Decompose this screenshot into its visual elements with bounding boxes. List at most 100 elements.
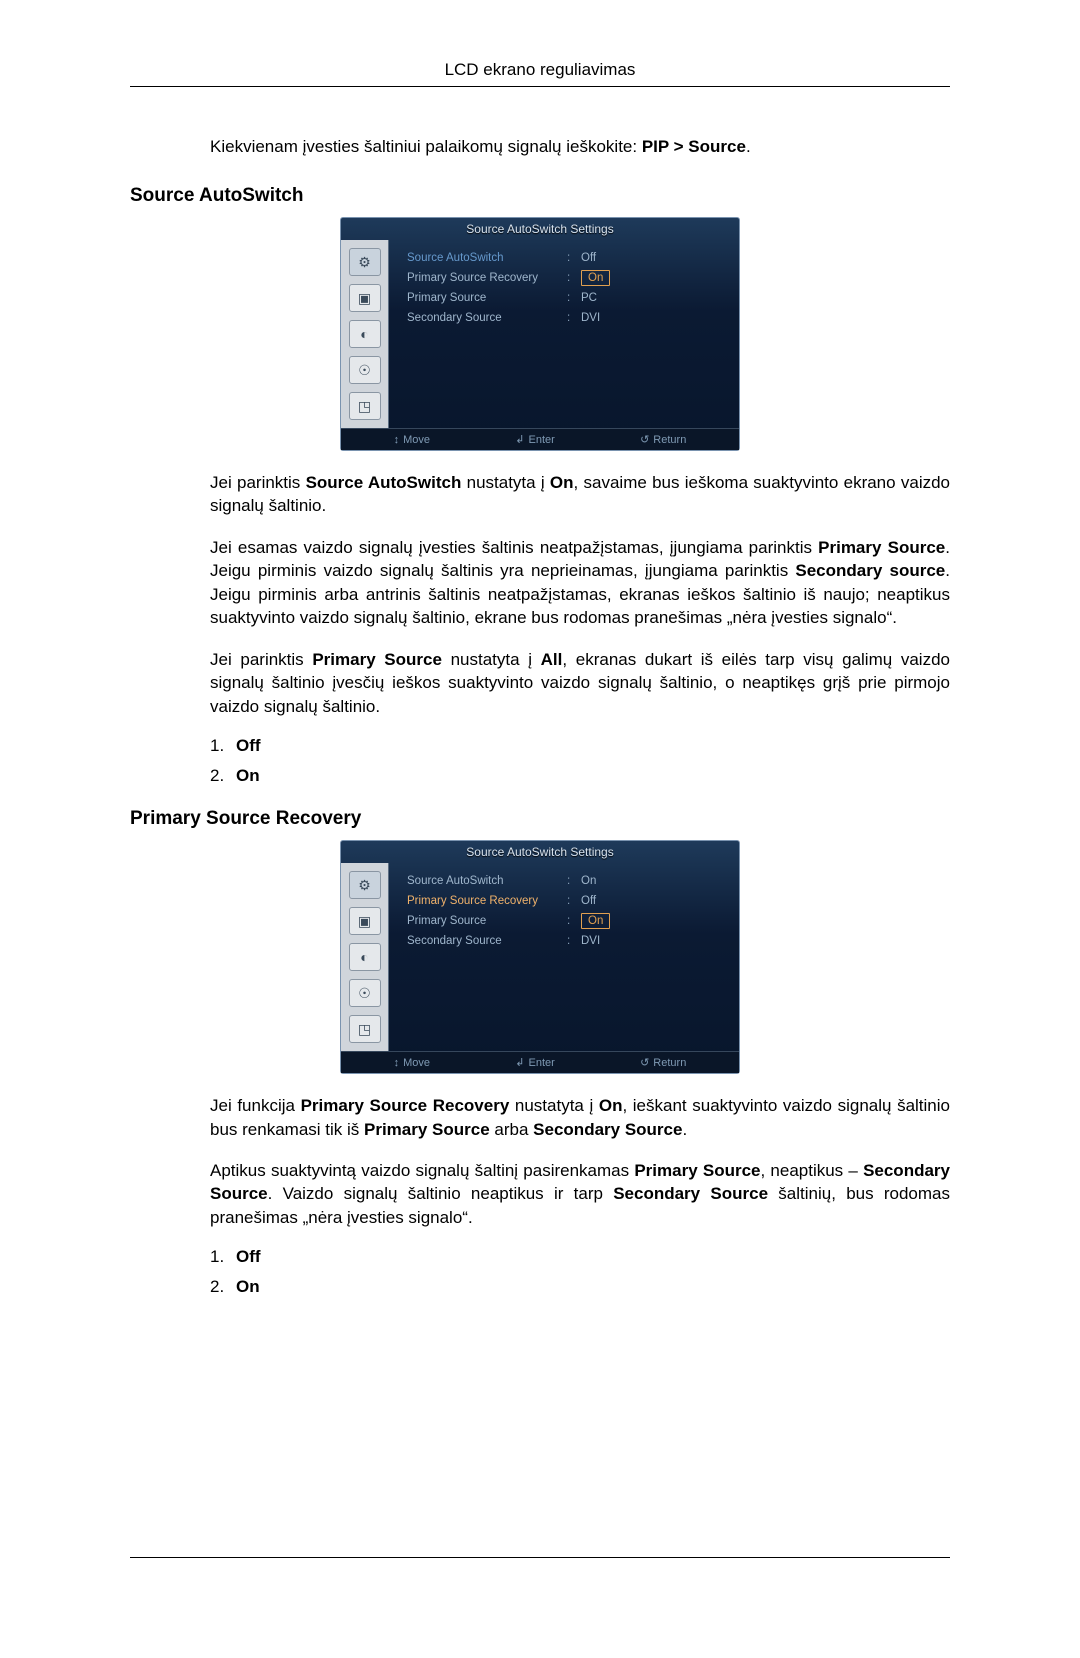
section1-para2: Jei esamas vaizdo signalų įvesties šalti… bbox=[210, 536, 950, 630]
bold-term: Primary Source Recovery bbox=[301, 1096, 510, 1115]
osd-row: Primary Source : On bbox=[407, 911, 725, 931]
osd-body: ⚙ ▣ ◐ ☉ ◳ Source AutoSwitch : On Primary… bbox=[341, 841, 739, 1051]
osd-sidebar: ⚙ ▣ ◐ ☉ ◳ bbox=[341, 863, 389, 1051]
enter-icon: ↲ bbox=[515, 1056, 524, 1069]
osd-title: Source AutoSwitch Settings bbox=[466, 845, 613, 859]
osd-row-label: Primary Source Recovery bbox=[407, 272, 567, 284]
osd-footer-return: ↺ Return bbox=[640, 1056, 686, 1069]
bold-term: Secondary Source bbox=[613, 1184, 768, 1203]
osd-title: Source AutoSwitch Settings bbox=[466, 222, 613, 236]
text: , neaptikus – bbox=[760, 1161, 863, 1180]
osd-row: Source AutoSwitch : Off bbox=[407, 248, 725, 268]
osd-row: Primary Source Recovery : Off bbox=[407, 891, 725, 911]
intro-text: Kiekvienam įvesties šaltiniui palaikomų … bbox=[210, 137, 950, 157]
osd-sideicon-2: ▣ bbox=[349, 907, 381, 935]
osd-row-value: PC bbox=[581, 292, 597, 304]
osd-sideicon-5: ◳ bbox=[349, 1015, 381, 1043]
return-label: Return bbox=[653, 1057, 686, 1069]
section1-options: 1.Off 2.On bbox=[210, 736, 950, 786]
osd-row-label: Primary Source bbox=[407, 292, 567, 304]
return-icon: ↺ bbox=[640, 1056, 649, 1069]
osd-sideicon-3: ◐ bbox=[349, 320, 381, 348]
option-value: On bbox=[236, 1277, 260, 1296]
bold-term: Secondary source bbox=[795, 561, 945, 580]
osd-row-value: Off bbox=[581, 895, 596, 907]
move-label: Move bbox=[403, 1057, 430, 1069]
osd-sideicon-5: ◳ bbox=[349, 392, 381, 420]
osd-row: Source AutoSwitch : On bbox=[407, 871, 725, 891]
option-item: 2.On bbox=[210, 1277, 950, 1297]
section1-para1: Jei parinktis Source AutoSwitch nustatyt… bbox=[210, 471, 950, 518]
section2-options: 1.Off 2.On bbox=[210, 1247, 950, 1297]
bold-term: On bbox=[550, 473, 574, 492]
osd-row: Secondary Source : DVI bbox=[407, 308, 725, 328]
osd-row-value: DVI bbox=[581, 935, 600, 947]
move-icon: ↕ bbox=[394, 434, 400, 446]
colon: : bbox=[567, 875, 581, 887]
osd-panel: Source AutoSwitch Settings ⚙ ▣ ◐ ☉ ◳ Sou… bbox=[340, 217, 740, 451]
section2-para2: Aptikus suaktyvintą vaizdo signalų šalti… bbox=[210, 1159, 950, 1229]
osd-sideicon-4: ☉ bbox=[349, 979, 381, 1007]
osd-row: Primary Source : PC bbox=[407, 288, 725, 308]
colon: : bbox=[567, 312, 581, 324]
osd-row-value: Off bbox=[581, 252, 596, 264]
colon: : bbox=[567, 252, 581, 264]
section1-para3: Jei parinktis Primary Source nustatyta į… bbox=[210, 648, 950, 718]
text: . Vaizdo signalų šaltinio neaptikus ir t… bbox=[268, 1184, 614, 1203]
option-item: 2.On bbox=[210, 766, 950, 786]
option-item: 1.Off bbox=[210, 1247, 950, 1267]
colon: : bbox=[567, 935, 581, 947]
osd-sideicon-2: ▣ bbox=[349, 284, 381, 312]
section-heading-source-autoswitch: Source AutoSwitch bbox=[130, 185, 950, 207]
move-label: Move bbox=[403, 434, 430, 446]
osd-row-value: DVI bbox=[581, 312, 600, 324]
section-heading-primary-source-recovery: Primary Source Recovery bbox=[130, 808, 950, 830]
enter-label: Enter bbox=[529, 434, 555, 446]
text: Jei esamas vaizdo signalų įvesties šalti… bbox=[210, 538, 818, 557]
osd-row-label: Primary Source Recovery bbox=[407, 895, 567, 907]
osd-footer-move: ↕Move bbox=[394, 433, 430, 446]
osd-screenshot-2: Source AutoSwitch Settings ⚙ ▣ ◐ ☉ ◳ Sou… bbox=[130, 840, 950, 1074]
osd-footer: ↕Move ↲Enter ↺ Return bbox=[341, 428, 739, 450]
osd-footer-return: ↺ Return bbox=[640, 433, 686, 446]
osd-row-label: Source AutoSwitch bbox=[407, 252, 567, 264]
osd-screenshot-1: Source AutoSwitch Settings ⚙ ▣ ◐ ☉ ◳ Sou… bbox=[130, 217, 950, 451]
osd-sideicon-1: ⚙ bbox=[349, 871, 381, 899]
bold-term: Secondary Source bbox=[533, 1120, 682, 1139]
colon: : bbox=[567, 895, 581, 907]
intro-path: PIP > Source bbox=[642, 137, 746, 156]
bold-term: Primary Source bbox=[634, 1161, 760, 1180]
text: Jei funkcija bbox=[210, 1096, 301, 1115]
osd-footer-enter: ↲ Enter bbox=[515, 1056, 555, 1069]
osd-sideicon-1: ⚙ bbox=[349, 248, 381, 276]
return-label: Return bbox=[653, 434, 686, 446]
osd-footer-move: ↕Move bbox=[394, 1056, 430, 1069]
osd-sideicon-4: ☉ bbox=[349, 356, 381, 384]
osd-sidebar: ⚙ ▣ ◐ ☉ ◳ bbox=[341, 240, 389, 428]
osd-row-label: Primary Source bbox=[407, 915, 567, 927]
text: nustatyta į bbox=[461, 473, 550, 492]
osd-row-label: Secondary Source bbox=[407, 935, 567, 947]
return-icon: ↺ bbox=[640, 433, 649, 446]
text: Jei parinktis bbox=[210, 473, 306, 492]
osd-sideicon-3: ◐ bbox=[349, 943, 381, 971]
osd-row: Secondary Source : DVI bbox=[407, 931, 725, 951]
intro-suffix: . bbox=[746, 137, 751, 156]
colon: : bbox=[567, 915, 581, 927]
osd-row-value: On bbox=[581, 913, 610, 929]
option-value: On bbox=[236, 766, 260, 785]
option-num: 1. bbox=[210, 1247, 236, 1267]
colon: : bbox=[567, 292, 581, 304]
osd-main: Source AutoSwitch : On Primary Source Re… bbox=[389, 863, 739, 1051]
osd-row-value: On bbox=[581, 875, 596, 887]
page-header: LCD ekrano reguliavimas bbox=[130, 60, 950, 87]
osd-footer: ↕Move ↲ Enter ↺ Return bbox=[341, 1051, 739, 1073]
colon: : bbox=[567, 272, 581, 284]
text: Jei parinktis bbox=[210, 650, 312, 669]
section2-para1: Jei funkcija Primary Source Recovery nus… bbox=[210, 1094, 950, 1141]
option-num: 2. bbox=[210, 1277, 236, 1297]
enter-label: Enter bbox=[529, 1057, 555, 1069]
osd-footer-enter: ↲Enter bbox=[515, 433, 555, 446]
option-value: Off bbox=[236, 1247, 261, 1266]
footer-rule bbox=[130, 1557, 950, 1558]
